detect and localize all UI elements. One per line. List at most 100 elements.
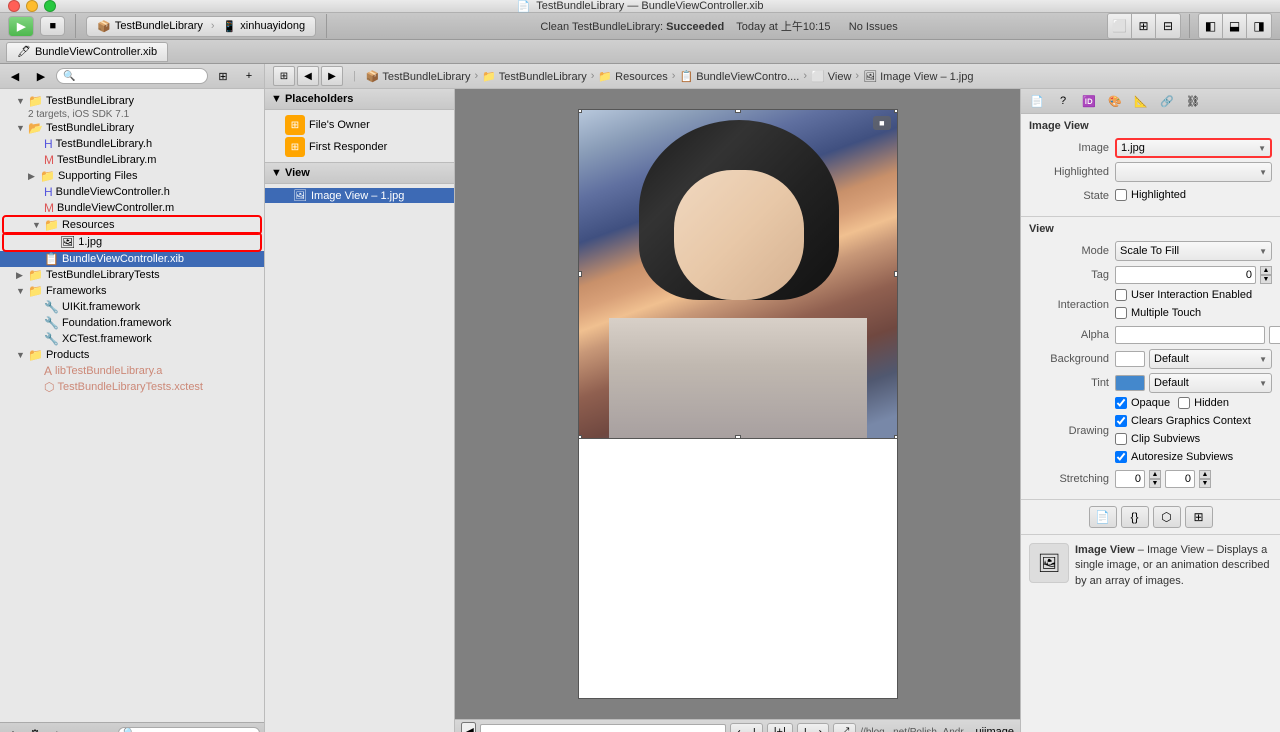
debug-toggle-button[interactable]: ⬓ [1223, 14, 1247, 38]
multiple-touch-checkbox[interactable] [1115, 307, 1127, 319]
tag-increment[interactable]: ▲ [1260, 266, 1272, 275]
active-tab[interactable]: 🖊 BundleViewController.xib [6, 42, 168, 62]
opaque-label[interactable]: Opaque [1115, 397, 1170, 409]
image-view-element[interactable]: ■ [578, 109, 898, 439]
assistant-editor-button[interactable]: ⊞ [1132, 14, 1156, 38]
navigator-toggle-button[interactable]: ◧ [1199, 14, 1223, 38]
stretch-y-field[interactable] [1165, 470, 1195, 488]
breadcrumb-item-6[interactable]: 🖼 Image View – 1.jpg [863, 70, 973, 83]
clip-subviews-checkbox[interactable] [1115, 433, 1127, 445]
background-color-swatch[interactable] [1115, 351, 1145, 367]
breadcrumb-item-5[interactable]: ⬜ View [811, 70, 851, 83]
attributes-inspector-button[interactable]: 🎨 [1103, 91, 1127, 111]
tag-field[interactable] [1115, 266, 1256, 284]
inspector-tab-grid[interactable]: ⊞ [1185, 506, 1213, 528]
back-button[interactable]: ◀ [4, 67, 26, 85]
stretch-x-dec[interactable]: ▼ [1149, 479, 1161, 488]
clip-subviews-label[interactable]: Clip Subviews [1115, 433, 1200, 445]
filter-files-button[interactable]: ⚙ [26, 726, 44, 732]
bindings-inspector-button[interactable]: ⛓ [1181, 91, 1205, 111]
maximize-button[interactable] [44, 0, 56, 12]
size-inspector-button[interactable]: 📐 [1129, 91, 1153, 111]
breadcrumb-item-2[interactable]: 📁 TestBundleLibrary [482, 70, 587, 83]
tree-item-products[interactable]: ▼ 📁 Products [0, 347, 264, 363]
highlighted-checkbox[interactable] [1115, 189, 1127, 201]
align-right-button[interactable]: |⟶ [797, 723, 830, 732]
tint-dropdown[interactable]: Default ▼ [1149, 373, 1272, 393]
hidden-label[interactable]: Hidden [1178, 397, 1229, 409]
image-view-item[interactable]: 🖼 Image View – 1.jpg [265, 188, 454, 203]
zoom-fit-button[interactable]: ⤢ [833, 723, 856, 732]
tree-item-xib[interactable]: 📋 BundleViewController.xib [0, 251, 264, 267]
tree-item-m1[interactable]: M TestBundleLibrary.m [0, 152, 264, 168]
tree-item-foundation[interactable]: 🔧 Foundation.framework [0, 315, 264, 331]
inspector-tab-object[interactable]: ⬡ [1153, 506, 1181, 528]
stretch-x-stepper[interactable]: ▲ ▼ [1149, 470, 1161, 488]
image-dropdown[interactable]: 1.jpg ▼ [1115, 138, 1272, 158]
back-nav-button[interactable]: ◀ [297, 66, 319, 86]
hidden-checkbox[interactable] [1178, 397, 1190, 409]
tree-item-xctest-file[interactable]: ⬡ TestBundleLibraryTests.xctest [0, 379, 264, 395]
user-interaction-checkbox[interactable] [1115, 289, 1127, 301]
stretch-y-dec[interactable]: ▼ [1199, 479, 1211, 488]
first-responder-item[interactable]: ⊞ First Responder [265, 136, 454, 158]
autoresize-subviews-label[interactable]: Autoresize Subviews [1115, 451, 1233, 463]
placeholders-nav-button[interactable]: ⊞ [273, 66, 295, 86]
user-interaction-label[interactable]: User Interaction Enabled [1115, 289, 1252, 301]
view-bottom-area[interactable] [578, 439, 898, 699]
traffic-lights[interactable] [8, 0, 56, 12]
tree-item-resources[interactable]: ▼ 📁 Resources [4, 217, 260, 233]
tree-item-frameworks[interactable]: ▼ 📁 Frameworks [0, 283, 264, 299]
autoresize-subviews-checkbox[interactable] [1115, 451, 1127, 463]
files-owner-item[interactable]: ⊞ File's Owner [265, 114, 454, 136]
back-page-button[interactable]: ◀ [461, 722, 476, 732]
opaque-checkbox[interactable] [1115, 397, 1127, 409]
tag-decrement[interactable]: ▼ [1260, 275, 1272, 284]
mode-dropdown[interactable]: Scale To Fill ▼ [1115, 241, 1272, 261]
tree-item-testbundlelibrary[interactable]: ▼ 📂 TestBundleLibrary [0, 120, 264, 136]
stop-button[interactable]: ■ [40, 16, 65, 36]
canvas-viewport[interactable]: ■ [455, 89, 1020, 719]
close-button[interactable] [8, 0, 20, 12]
forward-button[interactable]: ▶ [30, 67, 52, 85]
connections-inspector-button[interactable]: 🔗 [1155, 91, 1179, 111]
run-button[interactable]: ▶ [8, 16, 34, 37]
breadcrumb-item-1[interactable]: 📦 TestBundleLibrary [366, 70, 471, 83]
tree-item-bvch[interactable]: H BundleViewController.h [0, 184, 264, 200]
breadcrumb-item-4[interactable]: 📋 BundleViewContro.... [679, 70, 799, 83]
project-root[interactable]: ▼ 📁 TestBundleLibrary [0, 93, 264, 109]
quick-help-button[interactable]: ? [1051, 91, 1075, 111]
add-file-button[interactable]: + [4, 726, 22, 732]
filter-button[interactable]: ⊞ [212, 67, 234, 85]
highlighted-checkbox-label[interactable]: Highlighted [1115, 189, 1186, 201]
breadcrumb-item-3[interactable]: 📁 Resources [598, 70, 667, 83]
tree-item-uikit[interactable]: 🔧 UIKit.framework [0, 299, 264, 315]
forward-nav-button[interactable]: ▶ [321, 66, 343, 86]
tree-item-supporting[interactable]: ▶ 📁 Supporting Files [0, 168, 264, 184]
stretch-x-inc[interactable]: ▲ [1149, 470, 1161, 479]
search-box[interactable]: 🔍 [56, 68, 208, 84]
tree-item-tests[interactable]: ▶ 📁 TestBundleLibraryTests [0, 267, 264, 283]
align-left-button[interactable]: ⟵| [730, 723, 763, 732]
bottom-search-input[interactable] [118, 727, 260, 732]
tree-item-1jpg[interactable]: 🖼 1.jpg [4, 234, 260, 250]
highlighted-dropdown[interactable]: ▼ [1115, 162, 1272, 182]
share-button[interactable]: ↑ [48, 726, 66, 732]
tree-item-bvcm[interactable]: M BundleViewController.m [0, 200, 264, 216]
tint-color-swatch[interactable] [1115, 375, 1145, 391]
center-button[interactable]: |+| [767, 723, 793, 732]
background-dropdown[interactable]: Default ▼ [1149, 349, 1272, 369]
stretch-x-field[interactable] [1115, 470, 1145, 488]
add-button[interactable]: + [238, 67, 260, 85]
stretch-y-inc[interactable]: ▲ [1199, 470, 1211, 479]
tree-item-liba[interactable]: A libTestBundleLibrary.a [0, 363, 264, 379]
file-inspector-button[interactable]: 📄 [1025, 91, 1049, 111]
minimize-button[interactable] [26, 0, 38, 12]
identity-inspector-button[interactable]: 🆔 [1077, 91, 1101, 111]
tag-stepper[interactable]: ▲ ▼ [1260, 266, 1272, 284]
scroll-indicator[interactable] [480, 724, 726, 732]
standard-editor-button[interactable]: ⬜ [1108, 14, 1132, 38]
uiimage-label[interactable]: uiimage [975, 726, 1014, 732]
clears-graphics-label[interactable]: Clears Graphics Context [1115, 415, 1251, 427]
version-editor-button[interactable]: ⊟ [1156, 14, 1180, 38]
